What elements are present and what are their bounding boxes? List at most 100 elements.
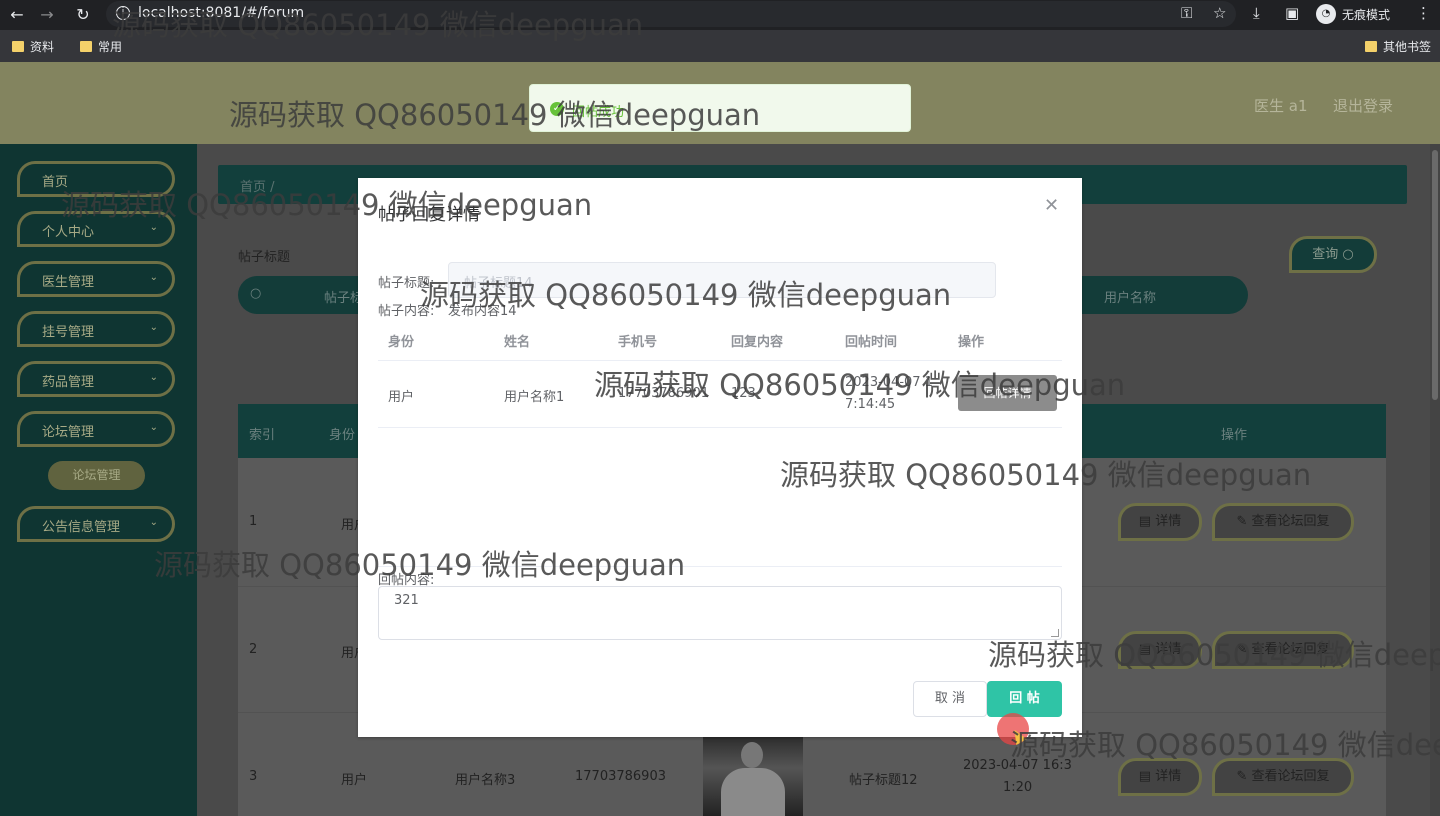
query-button[interactable]: 查询 ○ <box>1289 236 1377 273</box>
sidebar-item-medicine[interactable]: 药品管理 ⌄ <box>17 361 175 397</box>
column-header: 手机号 <box>618 335 658 350</box>
current-user: 医生 a1 <box>1254 97 1308 115</box>
bookmark-label: 其他书签 <box>1383 40 1432 54</box>
reply-text: 321 <box>394 593 419 608</box>
resize-handle-icon[interactable] <box>1051 629 1059 637</box>
row-username: 用户名称3 <box>455 773 516 788</box>
button-label: 查看论坛回复 <box>1251 642 1330 657</box>
sidebar-item-label: 医生管理 <box>42 275 95 290</box>
back-icon[interactable]: ← <box>6 4 28 26</box>
post-title-field[interactable]: 帖子标题14 <box>448 262 996 298</box>
search-icon: ○ <box>250 286 262 301</box>
search-label: 帖子标题 <box>238 250 291 265</box>
browser-toolbar: ← → ↻ i localhost:8081/#/forum ⚿ ☆ ⤓ ▣ ◔… <box>0 0 1440 30</box>
folder-icon <box>1365 41 1377 52</box>
cancel-button[interactable]: 取 消 <box>913 681 987 717</box>
photo-coat <box>721 768 785 816</box>
folder-icon <box>80 41 92 52</box>
menu-icon[interactable]: ⋮ <box>1416 4 1431 22</box>
check-circle-icon: ✓ <box>550 102 564 116</box>
bookmark-folder[interactable]: 资料 <box>12 38 54 55</box>
key-icon[interactable]: ⚿ <box>1181 4 1192 22</box>
detail-button[interactable]: ▤ 详情 <box>1118 503 1202 541</box>
view-replies-button[interactable]: ✎ 查看论坛回复 <box>1212 631 1354 669</box>
post-title-label: 帖子标题: <box>378 276 435 291</box>
row-phone: 17703786903 <box>575 769 666 784</box>
column-header: 操作 <box>1221 428 1248 443</box>
column-header: 身份 <box>388 335 415 350</box>
row-time-cont: 1:20 <box>1003 780 1033 795</box>
reply-name: 用户名称1 <box>504 390 565 405</box>
chevron-down-icon: ⌄ <box>149 517 158 528</box>
sidebar-item-label: 论坛管理 <box>42 425 95 440</box>
reply-time-cont: 7:14:45 <box>845 397 896 412</box>
button-label: 详情 <box>1155 514 1182 529</box>
site-info-icon[interactable]: i <box>116 6 130 20</box>
forward-icon[interactable]: → <box>36 4 58 26</box>
row-index: 1 <box>249 514 258 529</box>
folder-icon <box>12 41 24 52</box>
breadcrumb-text[interactable]: 首页 / <box>240 176 275 195</box>
bookmarks-bar: 资料 常用 其他书签 <box>0 30 1440 62</box>
reply-table-header: 身份 姓名 手机号 回复内容 回帖时间 操作 <box>378 324 1062 361</box>
incognito-label: 无痕模式 <box>1342 7 1391 22</box>
sidebar-item-label: 个人中心 <box>42 225 95 240</box>
sidebar-subitem-forum[interactable]: 论坛管理 <box>48 461 145 490</box>
reply-textarea[interactable]: 321 <box>378 586 1062 640</box>
chevron-down-icon: ⌄ <box>149 222 158 233</box>
bookmark-label: 常用 <box>98 40 123 54</box>
star-icon[interactable]: ☆ <box>1213 4 1226 22</box>
column-header: 回帖时间 <box>845 335 898 350</box>
sidebar-item-forum[interactable]: 论坛管理 ⌄ <box>17 411 175 447</box>
sidebar-item-label: 挂号管理 <box>42 325 95 340</box>
column-header: 操作 <box>958 335 985 350</box>
username-placeholder: 用户名称 <box>1104 291 1157 306</box>
divider <box>378 566 1062 567</box>
sidebar-item-profile[interactable]: 个人中心 ⌄ <box>17 211 175 247</box>
submit-reply-button[interactable]: 回 帖 <box>987 681 1062 717</box>
sidebar-item-registration[interactable]: 挂号管理 ⌄ <box>17 311 175 347</box>
post-content-label: 帖子内容: <box>378 304 435 319</box>
download-icon[interactable]: ⤓ <box>1253 4 1260 22</box>
column-header: 身份 <box>329 428 356 443</box>
sidebar-item-label: 公告信息管理 <box>42 520 121 535</box>
column-header: 回复内容 <box>731 335 784 350</box>
row-time: 2023-04-07 16:3 <box>963 758 1072 773</box>
incognito-icon: ◔ <box>1316 4 1336 24</box>
reload-icon[interactable]: ↻ <box>72 4 94 26</box>
sidebar-item-notice[interactable]: 公告信息管理 ⌄ <box>17 506 175 542</box>
button-label: 详情 <box>1155 769 1182 784</box>
row-index: 2 <box>249 642 258 657</box>
logout-link[interactable]: 退出登录 <box>1333 95 1393 116</box>
button-label: 查看论坛回复 <box>1251 769 1330 784</box>
success-toast: ✓ 回帖成功 <box>529 84 911 132</box>
bookmark-folder[interactable]: 常用 <box>80 38 122 55</box>
view-replies-button[interactable]: ✎ 查看论坛回复 <box>1212 503 1354 541</box>
detail-button[interactable]: ▤ 详情 <box>1118 758 1202 796</box>
chevron-down-icon: ⌄ <box>149 422 158 433</box>
address-bar[interactable]: i localhost:8081/#/forum <box>106 1 1236 27</box>
post-cover-image <box>703 736 803 816</box>
chevron-down-icon: ⌄ <box>149 372 158 383</box>
chevron-down-icon: ⌄ <box>149 322 158 333</box>
column-header: 姓名 <box>504 335 531 350</box>
reply-content: 123 <box>731 386 756 401</box>
incognito-badge[interactable]: ◔ 无痕模式 <box>1316 3 1390 25</box>
reply-detail-dialog: 帖子回复详情 ✕ 帖子标题: 帖子标题14 帖子内容: 发布内容14 身份 姓名… <box>358 178 1082 737</box>
scrollbar-thumb[interactable] <box>1432 150 1438 400</box>
sidebar-item-label: 首页 <box>42 175 69 190</box>
close-icon[interactable]: ✕ <box>1044 195 1059 216</box>
dialog-title: 帖子回复详情 <box>378 205 480 225</box>
sidebar-item-doctor[interactable]: 医生管理 ⌄ <box>17 261 175 297</box>
bookmark-label: 资料 <box>30 40 55 54</box>
other-bookmarks[interactable]: 其他书签 <box>1365 38 1431 55</box>
sidebar-item-home[interactable]: 首页 <box>17 161 175 197</box>
reply-detail-button[interactable]: 回帖详情 <box>958 375 1057 411</box>
sidepanel-icon[interactable]: ▣ <box>1285 4 1299 22</box>
reply-role: 用户 <box>388 390 415 405</box>
reply-time: 2023-04-07 1 <box>845 375 933 390</box>
post-content-value: 发布内容14 <box>448 304 517 319</box>
view-replies-button[interactable]: ✎ 查看论坛回复 <box>1212 758 1354 796</box>
detail-button[interactable]: ▤ 详情 <box>1118 631 1202 669</box>
row-role: 用户 <box>341 773 368 788</box>
